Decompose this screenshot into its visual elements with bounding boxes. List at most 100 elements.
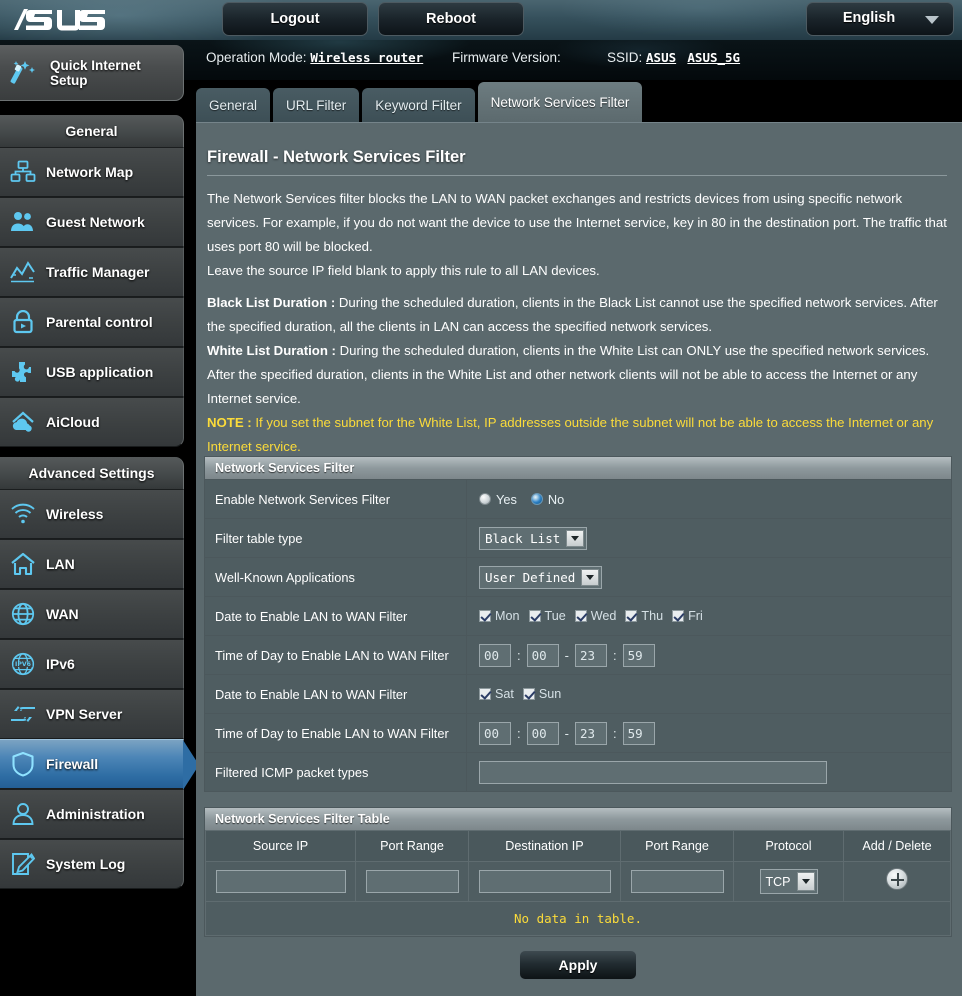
checkbox-tue[interactable]: Tue bbox=[528, 609, 566, 623]
port-range-1-input[interactable] bbox=[365, 870, 459, 893]
sidebar-item-label: VPN Server bbox=[46, 706, 123, 722]
globe-icon bbox=[0, 602, 46, 626]
weekday-start-minute-input[interactable] bbox=[526, 643, 559, 667]
sidebar: Quick Internet Setup General Network Map bbox=[0, 45, 199, 899]
title-divider bbox=[207, 175, 947, 176]
tab-url-filter[interactable]: URL Filter bbox=[273, 88, 360, 122]
page-title: Firewall - Network Services Filter bbox=[207, 148, 466, 166]
operation-mode-label: Operation Mode: bbox=[206, 50, 307, 65]
note-text: If you set the subnet for the White List… bbox=[207, 415, 934, 454]
sidebar-item-wireless[interactable]: Wireless bbox=[0, 489, 184, 539]
white-list-paragraph: White List Duration : During the schedul… bbox=[207, 339, 955, 411]
sidebar-item-quick-internet-setup[interactable]: Quick Internet Setup bbox=[0, 45, 184, 101]
ssid-info: SSID: ASUS ASUS_5G bbox=[607, 50, 740, 65]
weekend-end-minute-input[interactable] bbox=[622, 721, 655, 745]
content-panel: Firewall - Network Services Filter The N… bbox=[196, 122, 962, 996]
sidebar-item-label: Wireless bbox=[46, 506, 104, 522]
row-date-weekday: Date to Enable LAN to WAN Filter Mon Tue… bbox=[205, 596, 951, 635]
weekday-end-minute-input[interactable] bbox=[622, 643, 655, 667]
sidebar-item-firewall[interactable]: Firewall bbox=[0, 739, 199, 790]
row-value: Black List bbox=[467, 519, 951, 557]
sidebar-item-ipv6[interactable]: IPV6 IPv6 bbox=[0, 639, 184, 689]
language-select[interactable]: English bbox=[806, 2, 954, 36]
sidebar-item-network-map[interactable]: Network Map bbox=[0, 147, 184, 197]
port-range-2-input[interactable] bbox=[630, 870, 724, 893]
network-services-filter-table-section: Network Services Filter Table Source IP … bbox=[204, 807, 952, 937]
asus-logo bbox=[14, 9, 106, 37]
weekend-start-minute-input[interactable] bbox=[526, 721, 559, 745]
weekday-end-hour-input[interactable] bbox=[574, 643, 607, 667]
sidebar-item-parental-control[interactable]: Parental control bbox=[0, 297, 184, 347]
row-label: Filter table type bbox=[205, 519, 467, 557]
well-known-applications-select[interactable]: User Defined bbox=[479, 565, 603, 589]
radio-enable-yes[interactable]: Yes bbox=[479, 492, 517, 507]
svg-text:IPV6: IPV6 bbox=[15, 661, 31, 668]
filter-table-type-select[interactable]: Black List bbox=[479, 526, 588, 550]
cell-destination-ip bbox=[468, 861, 621, 902]
sidebar-item-lan[interactable]: LAN bbox=[0, 539, 184, 589]
sidebar-item-administration[interactable]: Administration bbox=[0, 789, 184, 839]
source-ip-input[interactable] bbox=[215, 870, 346, 893]
checkbox-sun[interactable]: Sun bbox=[522, 687, 561, 701]
row-filtered-icmp: Filtered ICMP packet types bbox=[205, 752, 951, 791]
checkbox-mon[interactable]: Mon bbox=[479, 609, 520, 623]
protocol-select[interactable]: TCP bbox=[759, 869, 818, 894]
row-value bbox=[467, 753, 951, 791]
radio-enable-no[interactable]: No bbox=[530, 492, 564, 507]
column-header-source-ip: Source IP bbox=[205, 830, 356, 862]
firmware-version-label: Firmware Version: bbox=[452, 50, 561, 65]
operation-mode-value[interactable]: Wireless router bbox=[310, 50, 423, 65]
chevron-down-icon bbox=[566, 529, 585, 547]
checkbox-box bbox=[522, 688, 535, 700]
column-header-port-range-2: Port Range bbox=[620, 830, 734, 862]
network-services-filter-section: Network Services Filter Enable Network S… bbox=[204, 456, 952, 792]
row-label: Well-Known Applications bbox=[205, 558, 467, 596]
reboot-button[interactable]: Reboot bbox=[378, 2, 524, 36]
lock-icon bbox=[0, 310, 46, 334]
table-header-row: Source IP Port Range Destination IP Port… bbox=[205, 830, 951, 862]
checkbox-wed[interactable]: Wed bbox=[574, 609, 617, 623]
row-time-weekday: Time of Day to Enable LAN to WAN Filter … bbox=[205, 635, 951, 674]
tab-bar: General URL Filter Keyword Filter Networ… bbox=[196, 82, 645, 122]
checkbox-label: Sat bbox=[495, 687, 514, 701]
sidebar-item-guest-network[interactable]: Guest Network bbox=[0, 197, 184, 247]
sidebar-item-system-log[interactable]: System Log bbox=[0, 839, 184, 889]
plus-circle-icon[interactable] bbox=[886, 868, 908, 890]
checkbox-sat[interactable]: Sat bbox=[479, 687, 514, 701]
checkbox-thu[interactable]: Thu bbox=[625, 609, 663, 623]
sidebar-item-vpn-server[interactable]: VPN Server bbox=[0, 689, 184, 739]
time-colon-2: : bbox=[612, 725, 617, 741]
row-label: Filtered ICMP packet types bbox=[205, 753, 467, 791]
tab-general[interactable]: General bbox=[196, 88, 271, 122]
apply-button[interactable]: Apply bbox=[519, 950, 637, 980]
destination-ip-input[interactable] bbox=[478, 870, 611, 893]
logout-button[interactable]: Logout bbox=[222, 2, 368, 36]
sidebar-item-label: Firewall bbox=[46, 756, 99, 772]
column-header-port-range-1: Port Range bbox=[355, 830, 469, 862]
white-list-title: White List Duration : bbox=[207, 343, 336, 358]
table-section-header: Network Services Filter Table bbox=[205, 808, 951, 830]
sidebar-item-label: LAN bbox=[46, 556, 75, 572]
checkbox-fri[interactable]: Fri bbox=[672, 609, 703, 623]
weekday-start-hour-input[interactable] bbox=[479, 643, 511, 667]
sidebar-item-wan[interactable]: WAN bbox=[0, 589, 184, 639]
sidebar-item-usb-application[interactable]: USB application bbox=[0, 347, 184, 397]
sidebar-item-traffic-manager[interactable]: Traffic Manager bbox=[0, 247, 184, 297]
row-time-weekend: Time of Day to Enable LAN to WAN Filter … bbox=[205, 713, 951, 752]
weekend-start-hour-input[interactable] bbox=[479, 721, 511, 745]
ssid-value-24g[interactable]: ASUS bbox=[646, 50, 676, 65]
sidebar-group-title-general: General bbox=[0, 115, 184, 147]
row-well-known-applications: Well-Known Applications User Defined bbox=[205, 557, 951, 596]
sidebar-group-title-advanced: Advanced Settings bbox=[0, 457, 184, 489]
tab-keyword-filter[interactable]: Keyword Filter bbox=[362, 88, 475, 122]
select-value: Black List bbox=[485, 530, 561, 546]
note-paragraph: NOTE : If you set the subnet for the Whi… bbox=[207, 411, 955, 459]
tab-network-services-filter[interactable]: Network Services Filter bbox=[477, 82, 643, 122]
filtered-icmp-input[interactable] bbox=[479, 760, 827, 784]
sidebar-item-aicloud[interactable]: AiCloud bbox=[0, 397, 184, 447]
chevron-down-icon bbox=[581, 568, 600, 586]
cell-port-range-1 bbox=[355, 861, 469, 902]
ssid-value-5g[interactable]: ASUS_5G bbox=[687, 50, 740, 65]
weekend-end-hour-input[interactable] bbox=[574, 721, 607, 745]
checkbox-label: Wed bbox=[590, 609, 617, 623]
